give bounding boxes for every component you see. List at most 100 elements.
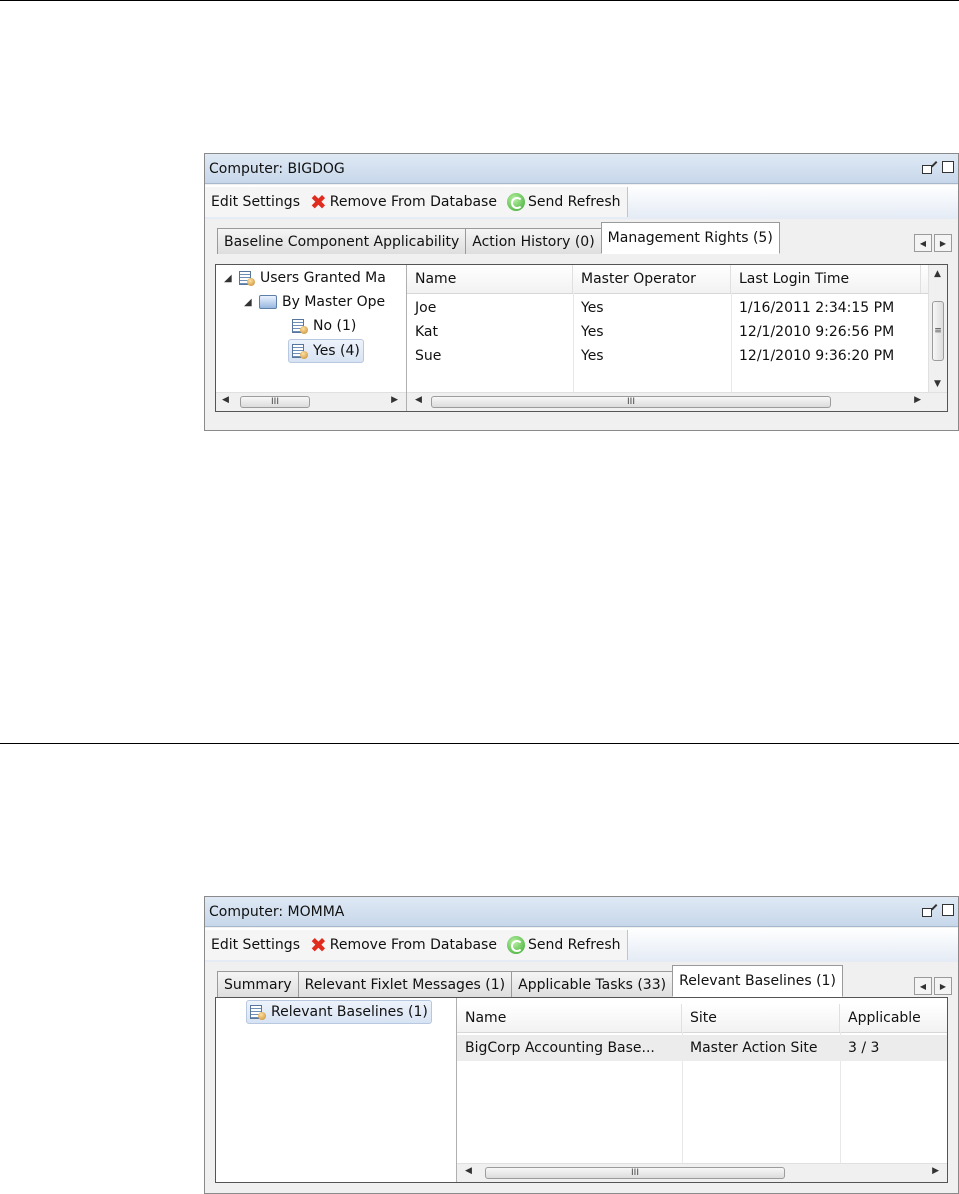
scroll-right-icon[interactable]: ▶ (932, 1166, 939, 1176)
table-row[interactable]: BigCorp Accounting Base... Master Action… (457, 1035, 947, 1061)
tab-scroll-buttons: ◀ ▶ (912, 234, 952, 252)
tab-strip: Summary Relevant Fixlet Messages (1) App… (217, 965, 843, 997)
tree-item-label: Yes (4) (313, 343, 360, 359)
remove-from-database-button[interactable]: ✖ Remove From Database (310, 935, 497, 955)
user-list-icon (292, 318, 308, 334)
vertical-scroll-thumb[interactable]: ≡ (932, 301, 944, 361)
scroll-up-icon[interactable]: ▲ (934, 269, 941, 279)
tab-scroll-right-icon[interactable]: ▶ (934, 234, 952, 252)
tab-scroll-right-icon[interactable]: ▶ (934, 977, 952, 995)
table-row-cell[interactable]: Yes (573, 321, 731, 343)
scroll-thumb[interactable]: III (485, 1167, 785, 1179)
refresh-label: Send Refresh (527, 937, 621, 953)
table-row-cell[interactable]: Kat (407, 321, 573, 343)
table-row-cell[interactable]: Joe (407, 297, 573, 319)
table-row-cell[interactable]: Master Action Site (682, 1035, 840, 1061)
tree-item-label: Relevant Baselines (1) (271, 1004, 428, 1020)
send-refresh-button[interactable]: Send Refresh (506, 936, 621, 954)
maximize-icon[interactable] (942, 161, 954, 173)
scroll-grip: III (627, 397, 635, 407)
scroll-down-icon[interactable]: ▼ (934, 379, 941, 389)
tab-action-history[interactable]: Action History (0) (465, 228, 602, 254)
table-row-cell[interactable]: BigCorp Accounting Base... (457, 1035, 682, 1061)
table-row-cell[interactable]: 12/1/2010 9:26:56 PM (731, 321, 921, 343)
tree-expand-icon[interactable]: ◢ (244, 297, 254, 308)
baselines-grid: Name Site Applicable BigCorp Accounting … (457, 998, 947, 1182)
table-row-cell[interactable]: 1/16/2011 2:34:15 PM (731, 297, 921, 319)
computer-panel-momma: Computer: MOMMA Edit Settings ✖ Remove Fr… (204, 896, 959, 1194)
tree-pane: ◢ Users Granted Ma ◢ By Master Ope No (1… (216, 265, 407, 411)
scroll-grip: III (271, 397, 279, 407)
scroll-right-icon[interactable]: ▶ (391, 395, 398, 405)
tab-scroll-left-icon[interactable]: ◀ (914, 234, 932, 252)
table-row-cell[interactable]: Yes (573, 345, 731, 367)
tab-management-rights[interactable]: Management Rights (5) (600, 222, 780, 254)
scroll-left-icon[interactable]: ◀ (415, 395, 422, 405)
tree-item-by-master-operator[interactable]: ◢ By Master Ope (244, 291, 385, 313)
tab-applicable-tasks[interactable]: Applicable Tasks (33) (511, 971, 674, 997)
tree-item-label: By Master Ope (282, 294, 386, 310)
tree-item-yes[interactable]: Yes (4) (288, 339, 364, 363)
grid-horizontal-scrollbar[interactable]: ◀ III ▶ (457, 1163, 947, 1182)
tab-relevant-fixlet-messages[interactable]: Relevant Fixlet Messages (1) (297, 971, 513, 997)
refresh-icon (506, 936, 525, 954)
users-grid: Name Master Operator Last Login Time Joe… (407, 265, 947, 411)
panel-title-bar: Computer: MOMMA (205, 897, 958, 927)
tree-item-no[interactable]: No (1) (292, 315, 356, 337)
scroll-grip: III (631, 1168, 639, 1178)
panel-title: Computer: BIGDOG (209, 160, 345, 177)
undock-icon[interactable] (922, 161, 936, 174)
panel-title: Computer: MOMMA (209, 903, 345, 920)
undock-icon[interactable] (922, 904, 936, 917)
table-row-cell[interactable]: Sue (407, 345, 573, 367)
scroll-thumb[interactable]: III (431, 396, 831, 408)
edit-settings-label: Edit Settings (211, 937, 300, 953)
tab-scroll-buttons: ◀ ▶ (912, 977, 952, 995)
tab-scroll-left-icon[interactable]: ◀ (914, 977, 932, 995)
tree-horizontal-scrollbar[interactable]: ◀ III ▶ (216, 392, 406, 411)
tab-summary[interactable]: Summary (217, 971, 299, 997)
tab-strip: Baseline Component Applicability Action … (217, 222, 780, 254)
remove-label: Remove From Database (329, 194, 497, 210)
refresh-icon (506, 193, 525, 211)
folder-icon (259, 295, 277, 309)
tab-baseline-component-applicability[interactable]: Baseline Component Applicability (217, 228, 467, 254)
scroll-right-icon[interactable]: ▶ (914, 395, 921, 405)
baseline-list-icon (250, 1004, 266, 1020)
maximize-icon[interactable] (942, 904, 954, 916)
grid-horizontal-scrollbar[interactable]: ◀ III ▶ (407, 392, 947, 411)
panel-title-bar: Computer: BIGDOG (205, 154, 958, 184)
tree-item-label: Users Granted Ma (260, 270, 386, 286)
tab-content: ◢ Users Granted Ma ◢ By Master Ope No (1… (215, 264, 948, 412)
column-header-last-login[interactable]: Last Login Time (731, 265, 921, 293)
grid-header: Name Site Applicable (457, 1004, 947, 1033)
divider-top (0, 0, 959, 1)
column-header-site[interactable]: Site (682, 1004, 840, 1032)
edit-settings-button[interactable]: Edit Settings (211, 937, 300, 953)
table-row-cell[interactable]: 3 / 3 (840, 1035, 947, 1061)
scroll-left-icon[interactable]: ◀ (465, 1166, 472, 1176)
column-header-master-operator[interactable]: Master Operator (573, 265, 731, 293)
send-refresh-button[interactable]: Send Refresh (506, 193, 621, 211)
grid-vertical-scrollbar[interactable]: ▲ ≡ ▼ (928, 265, 947, 393)
user-list-icon (292, 343, 308, 359)
remove-from-database-button[interactable]: ✖ Remove From Database (310, 192, 497, 212)
scroll-left-icon[interactable]: ◀ (222, 395, 229, 405)
edit-settings-button[interactable]: Edit Settings (211, 194, 300, 210)
refresh-label: Send Refresh (527, 194, 621, 210)
toolbar: Edit Settings ✖ Remove From Database Send… (205, 185, 958, 219)
edit-settings-label: Edit Settings (211, 194, 300, 210)
column-header-name[interactable]: Name (457, 1004, 682, 1032)
scroll-thumb[interactable]: III (240, 396, 310, 408)
table-row-cell[interactable]: 12/1/2010 9:36:20 PM (731, 345, 921, 367)
table-row-cell[interactable]: Yes (573, 297, 731, 319)
tab-relevant-baselines[interactable]: Relevant Baselines (1) (672, 965, 843, 997)
column-header-applicable[interactable]: Applicable (840, 1004, 947, 1032)
column-header-name[interactable]: Name (407, 265, 573, 293)
tree-item-relevant-baselines[interactable]: Relevant Baselines (1) (246, 1000, 432, 1024)
scroll-grip: ≡ (934, 326, 942, 336)
grid-header: Name Master Operator Last Login Time (407, 265, 947, 294)
tree-expand-icon[interactable]: ◢ (224, 273, 234, 284)
tree-item-users-granted[interactable]: ◢ Users Granted Ma (224, 267, 386, 289)
tab-content: Relevant Baselines (1) Name Site Applica… (215, 997, 948, 1183)
